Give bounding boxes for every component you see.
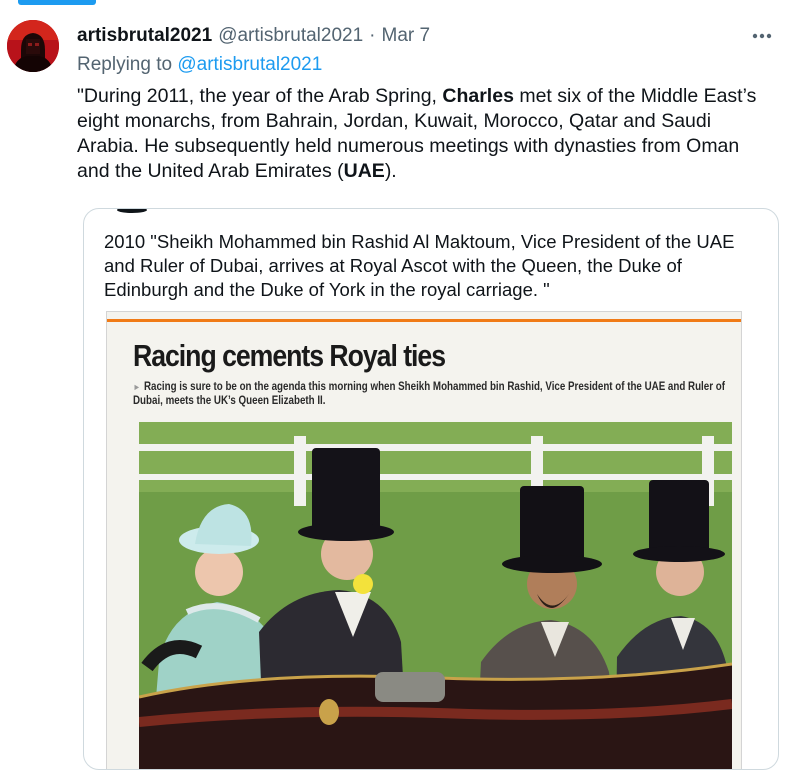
tweet-text-part3: ).	[384, 160, 397, 182]
tweet-date[interactable]: Mar 7	[382, 25, 431, 47]
clip-orange-rule	[107, 319, 741, 322]
display-name[interactable]: artisbrutal2021	[77, 25, 212, 47]
avatar-image	[7, 20, 59, 72]
quote-avatar-peek	[117, 209, 147, 213]
more-horizontal-icon[interactable]	[749, 24, 775, 48]
tweet-header: artisbrutal2021 @artisbrutal2021 · Mar 7	[77, 24, 777, 48]
top-accent-strip	[18, 0, 96, 5]
replying-to: Replying to @artisbrutal2021	[77, 54, 322, 76]
clip-headline: Racing cements Royal ties	[133, 338, 446, 373]
royal-carriage-photo	[139, 422, 732, 769]
news-clipping-image[interactable]: Racing cements Royal ties ► Racing is sur…	[106, 311, 742, 769]
user-handle[interactable]: @artisbrutal2021	[218, 25, 363, 47]
tweet-text-part1: "During 2011, the year of the Arab Sprin…	[77, 85, 443, 107]
clip-standfirst-text: Racing is sure to be on the agenda this …	[133, 381, 725, 407]
quote-tweet-card[interactable]: 2010 "Sheikh Mohammed bin Rashid Al Makt…	[83, 208, 779, 770]
tweet-text: "During 2011, the year of the Arab Sprin…	[77, 84, 777, 184]
tweet-text-bold-uae: UAE	[343, 160, 385, 182]
separator-dot: ·	[369, 25, 376, 46]
replying-handle-link[interactable]: @artisbrutal2021	[177, 54, 322, 75]
replying-prefix: Replying to	[77, 54, 173, 75]
more-dots-glyph	[752, 33, 772, 39]
tweet-text-bold-charles: Charles	[442, 85, 514, 107]
quote-text: 2010 "Sheikh Mohammed bin Rashid Al Makt…	[104, 231, 735, 300]
avatar[interactable]	[7, 20, 59, 72]
clip-standfirst: ► Racing is sure to be on the agenda this…	[133, 380, 728, 408]
photo-illustration	[139, 422, 732, 769]
arrow-right-icon: ►	[133, 382, 141, 392]
